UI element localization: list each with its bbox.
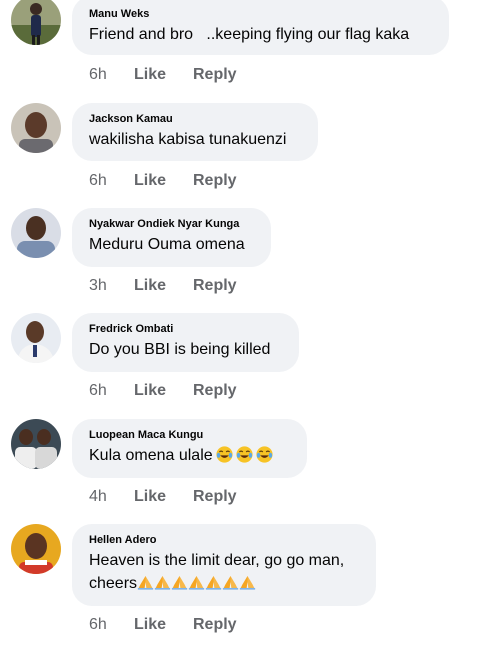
like-button[interactable]: Like (134, 488, 193, 506)
reply-button[interactable]: Reply (193, 488, 237, 506)
comment-actions: 6h Like Reply (89, 382, 237, 400)
avatar-photo-icon (11, 313, 61, 363)
comment-time[interactable]: 3h (89, 277, 134, 295)
comment-time[interactable]: 6h (89, 172, 134, 190)
avatar-photo-icon (11, 208, 61, 258)
comment-author[interactable]: Luopean Maca Kungu (89, 428, 291, 442)
avatar[interactable] (11, 524, 61, 574)
comment-actions: 6h Like Reply (89, 172, 237, 190)
comment-text: wakilisha kabisa tunakuenzi (89, 131, 287, 148)
folded-hands-emoji-icon (154, 574, 171, 597)
like-button[interactable]: Like (134, 616, 193, 634)
avatar[interactable] (11, 313, 61, 363)
avatar-photo-icon (11, 103, 61, 153)
laughing-emoji-icon (236, 446, 253, 470)
like-button[interactable]: Like (134, 277, 193, 295)
comment-author[interactable]: Nyakwar Ondiek Nyar Kunga (89, 217, 255, 231)
folded-hands-emoji-icon (137, 574, 154, 597)
avatar[interactable] (11, 103, 61, 153)
folded-hands-emoji-icon (222, 574, 239, 597)
folded-hands-emoji-icon (188, 574, 205, 597)
comment-text-content: cheers (89, 575, 138, 592)
comment-actions: 6h Like Reply (89, 616, 237, 634)
like-button[interactable]: Like (134, 66, 193, 84)
like-button[interactable]: Like (134, 382, 193, 400)
comment-bubble: Manu Weks Friend and bro ..keeping flyin… (72, 0, 449, 55)
folded-hands-emoji-icon (171, 574, 188, 597)
reply-button[interactable]: Reply (193, 616, 237, 634)
comment-text: Meduru Ouma omena (89, 236, 245, 253)
reply-button[interactable]: Reply (193, 66, 237, 84)
comment-author[interactable]: Manu Weks (89, 7, 433, 21)
avatar[interactable] (11, 0, 61, 45)
comment-bubble: Jackson Kamau wakilisha kabisa tunakuenz… (72, 103, 318, 161)
comment-bubble: Nyakwar Ondiek Nyar Kunga Meduru Ouma om… (72, 208, 271, 267)
comment-text-line: Heaven is the limit dear, go go man, (89, 552, 345, 569)
comment-text-content: Kula omena ulale (89, 447, 213, 464)
comment-actions: 3h Like Reply (89, 277, 237, 295)
reply-button[interactable]: Reply (193, 277, 237, 295)
comment-text: Kula omena ulale (89, 444, 291, 470)
comment-bubble: Hellen Adero Heaven is the limit dear, g… (72, 524, 376, 606)
avatar[interactable] (11, 419, 61, 469)
laughing-emoji-icon (216, 446, 233, 470)
avatar-photo-icon (11, 524, 61, 574)
comment-author[interactable]: Hellen Adero (89, 533, 360, 547)
folded-hands-emoji-icon (205, 574, 222, 597)
comment-bubble: Luopean Maca Kungu Kula omena ulale (72, 419, 307, 478)
comment-bubble: Fredrick Ombati Do you BBI is being kill… (72, 313, 299, 372)
comment-time[interactable]: 6h (89, 616, 134, 634)
avatar[interactable] (11, 208, 61, 258)
reply-button[interactable]: Reply (193, 172, 237, 190)
like-button[interactable]: Like (134, 172, 193, 190)
comment-time[interactable]: 6h (89, 66, 134, 84)
comment-actions: 4h Like Reply (89, 488, 237, 506)
comment-actions: 6h Like Reply (89, 66, 237, 84)
comment-text: Friend and bro ..keeping flying our flag… (89, 26, 410, 43)
comment-text: Do you BBI is being killed (89, 341, 271, 358)
avatar-photo-icon (11, 0, 61, 45)
comment-time[interactable]: 4h (89, 488, 134, 506)
laughing-emoji-icon (256, 446, 273, 470)
comment-text-line: cheers (89, 572, 360, 597)
avatar-photo-icon (11, 419, 61, 469)
comment-author[interactable]: Fredrick Ombati (89, 322, 283, 336)
comment-time[interactable]: 6h (89, 382, 134, 400)
comment-text: Heaven is the limit dear, go go man, chee… (89, 549, 360, 597)
reply-button[interactable]: Reply (193, 382, 237, 400)
folded-hands-emoji-icon (239, 574, 256, 597)
comment-author[interactable]: Jackson Kamau (89, 112, 302, 126)
